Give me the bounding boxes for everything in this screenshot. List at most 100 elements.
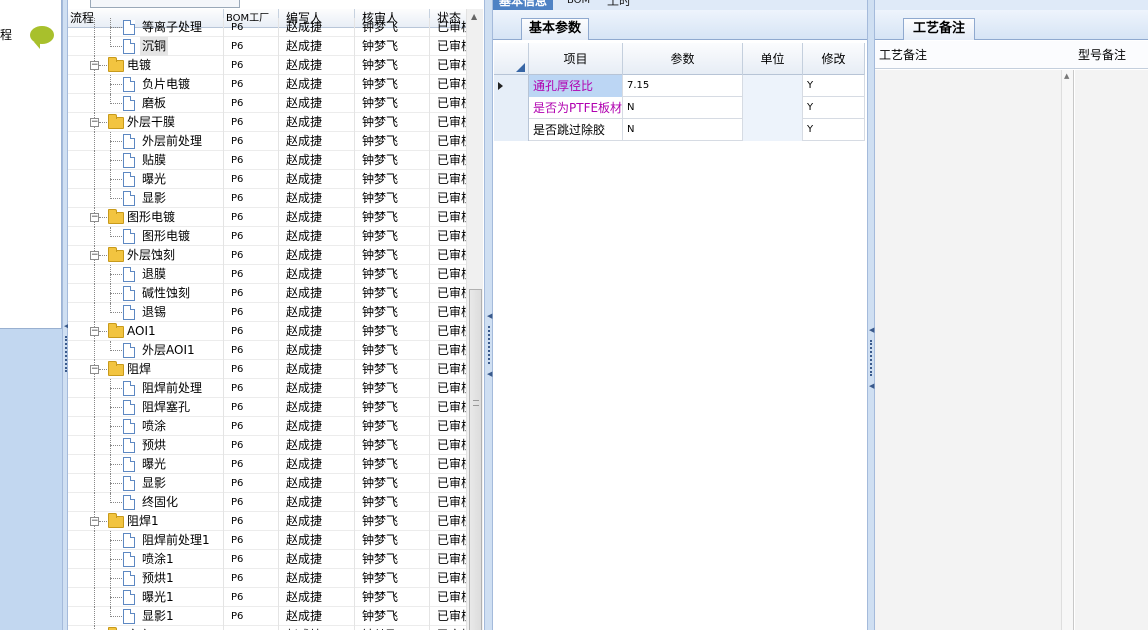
tree-step-row[interactable]: 喷涂 P6赵成捷钟梦飞已审核: [68, 417, 466, 436]
tree-name-cell[interactable]: − 阻焊: [68, 360, 224, 379]
collapse-toggle-icon[interactable]: −: [90, 251, 99, 260]
param-unit-cell[interactable]: [743, 97, 803, 119]
tree-step-row[interactable]: 负片电镀 P6赵成捷钟梦飞已审核: [68, 75, 466, 94]
tree-folder-row[interactable]: − 外层蚀刻 P6赵成捷钟梦飞已审核: [68, 246, 466, 265]
tree-name-cell[interactable]: 喷涂: [68, 417, 224, 436]
tree-step-row[interactable]: 磨板 P6赵成捷钟梦飞已审核: [68, 94, 466, 113]
tree-name-cell[interactable]: 曝光: [68, 455, 224, 474]
tree-name-cell[interactable]: 曝光: [68, 170, 224, 189]
tree-name-cell[interactable]: 阻焊前处理1: [68, 531, 224, 550]
model-remarks-textarea[interactable]: [1075, 70, 1148, 630]
tree-name-cell[interactable]: 退膜: [68, 265, 224, 284]
tree-step-row[interactable]: 曝光 P6赵成捷钟梦飞已审核: [68, 170, 466, 189]
tree-folder-row[interactable]: − 图形电镀 P6赵成捷钟梦飞已审核: [68, 208, 466, 227]
row-header[interactable]: [494, 75, 529, 97]
tree-step-row[interactable]: 喷涂1 P6赵成捷钟梦飞已审核: [68, 550, 466, 569]
tree-folder-row[interactable]: − AOI1 P6赵成捷钟梦飞已审核: [68, 322, 466, 341]
tree-vertical-scrollbar[interactable]: ▲: [466, 9, 483, 630]
tree-step-row[interactable]: 沉铜 P6赵成捷钟梦飞已审核: [68, 37, 466, 56]
param-value-cell[interactable]: N: [623, 97, 743, 119]
tree-name-cell[interactable]: − 图形电镀: [68, 208, 224, 227]
expand-right-icon[interactable]: ◀: [869, 382, 874, 390]
scrollbar-thumb[interactable]: [469, 289, 482, 630]
scroll-up-icon[interactable]: ▲: [1064, 72, 1069, 80]
param-value-cell[interactable]: 7.15: [623, 75, 743, 97]
col-header-modify[interactable]: 修改: [803, 43, 865, 75]
tree-name-cell[interactable]: 碱性蚀刻: [68, 284, 224, 303]
collapse-toggle-icon[interactable]: −: [90, 118, 99, 127]
param-item-cell[interactable]: 是否为PTFE板材: [529, 97, 623, 119]
tree-step-row[interactable]: 外层AOI1 P6赵成捷钟梦飞已审核: [68, 341, 466, 360]
tree-step-row[interactable]: 外层前处理 P6赵成捷钟梦飞已审核: [68, 132, 466, 151]
param-row[interactable]: 是否跳过除胶 N Y: [494, 119, 865, 141]
tree-name-cell[interactable]: 沉铜: [68, 37, 224, 56]
row-header[interactable]: [494, 119, 529, 141]
tree-step-row[interactable]: 贴膜 P6赵成捷钟梦飞已审核: [68, 151, 466, 170]
tree-name-cell[interactable]: 显影1: [68, 607, 224, 626]
tree-folder-row[interactable]: − 外层干膜 P6赵成捷钟梦飞已审核: [68, 113, 466, 132]
tree-name-cell[interactable]: 外层AOI1: [68, 341, 224, 360]
tree-name-cell[interactable]: − 电镀: [68, 56, 224, 75]
subtab-process-remarks[interactable]: 工艺备注: [903, 18, 975, 40]
tree-name-cell[interactable]: 预烘: [68, 436, 224, 455]
row-header[interactable]: [494, 97, 529, 119]
tree-step-row[interactable]: 曝光 P6赵成捷钟梦飞已审核: [68, 455, 466, 474]
tree-step-row[interactable]: 预烘 P6赵成捷钟梦飞已审核: [68, 436, 466, 455]
tree-step-row[interactable]: 阻焊前处理 P6赵成捷钟梦飞已审核: [68, 379, 466, 398]
col-header-param[interactable]: 参数: [623, 43, 743, 75]
tree-step-row[interactable]: 碱性蚀刻 P6赵成捷钟梦飞已审核: [68, 284, 466, 303]
tree-name-cell[interactable]: − 外层蚀刻: [68, 246, 224, 265]
subtab-basic-params[interactable]: 基本参数: [521, 18, 589, 40]
param-item-cell[interactable]: 通孔厚径比: [529, 75, 623, 97]
tree-name-cell[interactable]: 阻焊前处理: [68, 379, 224, 398]
tree-step-row[interactable]: 显影1 P6赵成捷钟梦飞已审核: [68, 607, 466, 626]
tree-step-row[interactable]: 预烘1 P6赵成捷钟梦飞已审核: [68, 569, 466, 588]
tree-name-cell[interactable]: 外层前处理: [68, 132, 224, 151]
param-modify-cell[interactable]: Y: [803, 75, 865, 97]
tree-step-row[interactable]: 退锡 P6赵成捷钟梦飞已审核: [68, 303, 466, 322]
param-item-cell[interactable]: 是否跳过除胶: [529, 119, 623, 141]
middle-splitter[interactable]: ◀ ◀: [484, 0, 493, 630]
collapse-toggle-icon[interactable]: −: [90, 327, 99, 336]
tree-step-row[interactable]: 退膜 P6赵成捷钟梦飞已审核: [68, 265, 466, 284]
tree-step-row[interactable]: 图形电镀 P6赵成捷钟梦飞已审核: [68, 227, 466, 246]
tree-name-cell[interactable]: − 阻焊1: [68, 512, 224, 531]
tree-step-row[interactable]: 显影 P6赵成捷钟梦飞已审核: [68, 474, 466, 493]
tree-name-cell[interactable]: 预烘1: [68, 569, 224, 588]
tab-basic-info[interactable]: 基本信息: [493, 0, 554, 10]
param-modify-cell[interactable]: Y: [803, 97, 865, 119]
tree-step-row[interactable]: 等离子处理 P6赵成捷钟梦飞已审核: [68, 18, 466, 37]
tree-name-cell[interactable]: 图形电镀: [68, 227, 224, 246]
tree-step-row[interactable]: 显影 P6赵成捷钟梦飞已审核: [68, 189, 466, 208]
tree-folder-row[interactable]: −文字P6赵成捷钟梦飞已审核: [68, 626, 466, 630]
tree-step-row[interactable]: 阻焊塞孔 P6赵成捷钟梦飞已审核: [68, 398, 466, 417]
scroll-up-icon[interactable]: ▲: [471, 12, 477, 21]
tree-step-row[interactable]: 曝光1 P6赵成捷钟梦飞已审核: [68, 588, 466, 607]
right-splitter[interactable]: ◀ ◀: [867, 0, 875, 630]
tree-folder-row[interactable]: − 阻焊 P6赵成捷钟梦飞已审核: [68, 360, 466, 379]
tree-folder-row[interactable]: − 电镀 P6赵成捷钟梦飞已审核: [68, 56, 466, 75]
tree-step-row[interactable]: 终固化 P6赵成捷钟梦飞已审核: [68, 493, 466, 512]
param-row[interactable]: 通孔厚径比 7.15 Y: [494, 75, 865, 97]
param-modify-cell[interactable]: Y: [803, 119, 865, 141]
collapse-tree-icon[interactable]: ◀: [487, 312, 492, 320]
col-header-item[interactable]: 项目: [529, 43, 623, 75]
left-nav-label[interactable]: 程: [0, 26, 12, 43]
param-unit-cell[interactable]: [743, 119, 803, 141]
tree-name-cell[interactable]: 终固化: [68, 493, 224, 512]
tree-name-cell[interactable]: 贴膜: [68, 151, 224, 170]
tree-name-cell[interactable]: 显影: [68, 474, 224, 493]
tree-name-cell[interactable]: 退锡: [68, 303, 224, 322]
tab-labor-hours[interactable]: 工时: [601, 0, 637, 10]
expand-tree-icon[interactable]: ◀: [487, 370, 492, 378]
collapse-right-icon[interactable]: ◀: [869, 326, 874, 334]
col-header-unit[interactable]: 单位: [743, 43, 803, 75]
tree-name-cell[interactable]: 负片电镀: [68, 75, 224, 94]
grid-corner-icon[interactable]: [494, 43, 529, 75]
tree-name-cell[interactable]: −文字: [68, 626, 224, 630]
chat-bubble-icon[interactable]: [30, 26, 54, 49]
tree-name-cell[interactable]: 喷涂1: [68, 550, 224, 569]
param-row[interactable]: 是否为PTFE板材 N Y: [494, 97, 865, 119]
tree-folder-row[interactable]: − 阻焊1 P6赵成捷钟梦飞已审核: [68, 512, 466, 531]
tree-name-cell[interactable]: − 外层干膜: [68, 113, 224, 132]
